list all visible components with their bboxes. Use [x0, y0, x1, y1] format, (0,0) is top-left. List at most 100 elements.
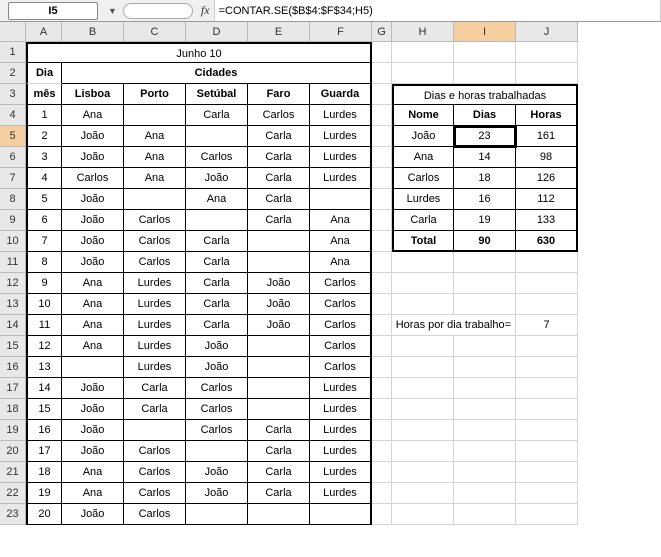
- cell[interactable]: 14: [26, 378, 62, 399]
- cell[interactable]: 11: [26, 315, 62, 336]
- cell[interactable]: [372, 483, 392, 504]
- cell[interactable]: [392, 252, 454, 273]
- row-header[interactable]: 1: [0, 42, 26, 63]
- cell[interactable]: Carla: [248, 126, 310, 147]
- cell[interactable]: João: [62, 378, 124, 399]
- cell[interactable]: 3: [26, 147, 62, 168]
- cell[interactable]: [454, 63, 516, 84]
- cell[interactable]: João: [62, 231, 124, 252]
- cell[interactable]: [372, 441, 392, 462]
- cell[interactable]: [62, 357, 124, 378]
- cell[interactable]: 126: [516, 168, 578, 189]
- t2-title[interactable]: Dias e horas trabalhadas: [392, 84, 578, 105]
- t2-total-horas[interactable]: 630: [516, 231, 578, 252]
- cell[interactable]: [372, 399, 392, 420]
- cell[interactable]: Carlos: [186, 147, 248, 168]
- cell[interactable]: [372, 462, 392, 483]
- row-header[interactable]: 21: [0, 462, 26, 483]
- cell[interactable]: 9: [26, 273, 62, 294]
- col-header-f[interactable]: F: [310, 22, 372, 42]
- active-cell[interactable]: 23: [454, 126, 516, 147]
- cell[interactable]: Ana: [62, 105, 124, 126]
- row-header[interactable]: 12: [0, 273, 26, 294]
- cell[interactable]: Carlos: [62, 168, 124, 189]
- cell[interactable]: [372, 294, 392, 315]
- cell[interactable]: Carlos: [310, 336, 372, 357]
- cell[interactable]: [454, 336, 516, 357]
- cell[interactable]: 1: [26, 105, 62, 126]
- cell[interactable]: [372, 336, 392, 357]
- cell[interactable]: 98: [516, 147, 578, 168]
- cell[interactable]: Lurdes: [310, 147, 372, 168]
- col-lisboa[interactable]: Lisboa: [62, 84, 124, 105]
- cell[interactable]: Ana: [62, 315, 124, 336]
- cell[interactable]: Lurdes: [310, 483, 372, 504]
- cell[interactable]: [392, 399, 454, 420]
- cell[interactable]: João: [62, 420, 124, 441]
- cell[interactable]: [186, 441, 248, 462]
- cell[interactable]: [124, 189, 186, 210]
- spreadsheet-grid[interactable]: A B C D E F G H I J 1 Junho 10 2 Dia Cid…: [0, 22, 661, 525]
- cell[interactable]: Ana: [62, 294, 124, 315]
- row-header[interactable]: 2: [0, 63, 26, 84]
- cell[interactable]: Carla: [248, 462, 310, 483]
- cell[interactable]: Lurdes: [310, 126, 372, 147]
- row-header[interactable]: 8: [0, 189, 26, 210]
- col-header-h[interactable]: H: [392, 22, 454, 42]
- col-header-b[interactable]: B: [62, 22, 124, 42]
- cell[interactable]: [372, 420, 392, 441]
- cell[interactable]: Carla: [186, 315, 248, 336]
- cell[interactable]: Carlos: [310, 273, 372, 294]
- cell[interactable]: João: [248, 315, 310, 336]
- col-setubal[interactable]: Setúbal: [186, 84, 248, 105]
- cell[interactable]: [248, 252, 310, 273]
- formula-input[interactable]: =CONTAR.SE($B$4:$F$34;H5): [214, 0, 661, 21]
- t2-total-dias[interactable]: 90: [454, 231, 516, 252]
- col-header-c[interactable]: C: [124, 22, 186, 42]
- cell[interactable]: [454, 42, 516, 63]
- cell[interactable]: Carla: [124, 378, 186, 399]
- cell[interactable]: [248, 336, 310, 357]
- cell[interactable]: [516, 378, 578, 399]
- cell[interactable]: João: [392, 126, 454, 147]
- cell[interactable]: [392, 378, 454, 399]
- col-header-a[interactable]: A: [26, 22, 62, 42]
- cell[interactable]: [516, 399, 578, 420]
- cell[interactable]: [392, 63, 454, 84]
- cidades-label[interactable]: Cidades: [62, 63, 372, 84]
- cell[interactable]: [454, 378, 516, 399]
- cell[interactable]: Ana: [62, 462, 124, 483]
- dia-label[interactable]: Dia: [26, 63, 62, 84]
- row-header[interactable]: 10: [0, 231, 26, 252]
- cell[interactable]: João: [186, 357, 248, 378]
- cell[interactable]: [454, 252, 516, 273]
- cell[interactable]: Lurdes: [124, 273, 186, 294]
- cell[interactable]: [454, 273, 516, 294]
- cell[interactable]: João: [186, 336, 248, 357]
- cell[interactable]: Carlos: [124, 231, 186, 252]
- cell[interactable]: Carla: [248, 420, 310, 441]
- cell[interactable]: 16: [26, 420, 62, 441]
- row-header[interactable]: 4: [0, 105, 26, 126]
- cell[interactable]: Carla: [248, 147, 310, 168]
- insert-function-button-area[interactable]: [123, 3, 193, 19]
- row-header[interactable]: 3: [0, 84, 26, 105]
- cell[interactable]: [124, 105, 186, 126]
- cell[interactable]: 112: [516, 189, 578, 210]
- cell[interactable]: 10: [26, 294, 62, 315]
- cell[interactable]: [454, 399, 516, 420]
- cell[interactable]: Ana: [124, 168, 186, 189]
- cell[interactable]: Carla: [248, 483, 310, 504]
- t2-total-label[interactable]: Total: [392, 231, 454, 252]
- col-porto[interactable]: Porto: [124, 84, 186, 105]
- cell[interactable]: Carla: [186, 231, 248, 252]
- cell[interactable]: [392, 273, 454, 294]
- cell[interactable]: 133: [516, 210, 578, 231]
- cell[interactable]: Carla: [392, 210, 454, 231]
- row-header[interactable]: 5: [0, 126, 26, 147]
- row-header[interactable]: 13: [0, 294, 26, 315]
- cell[interactable]: [372, 210, 392, 231]
- cell[interactable]: Carla: [186, 252, 248, 273]
- cell[interactable]: João: [62, 399, 124, 420]
- cell[interactable]: Lurdes: [124, 357, 186, 378]
